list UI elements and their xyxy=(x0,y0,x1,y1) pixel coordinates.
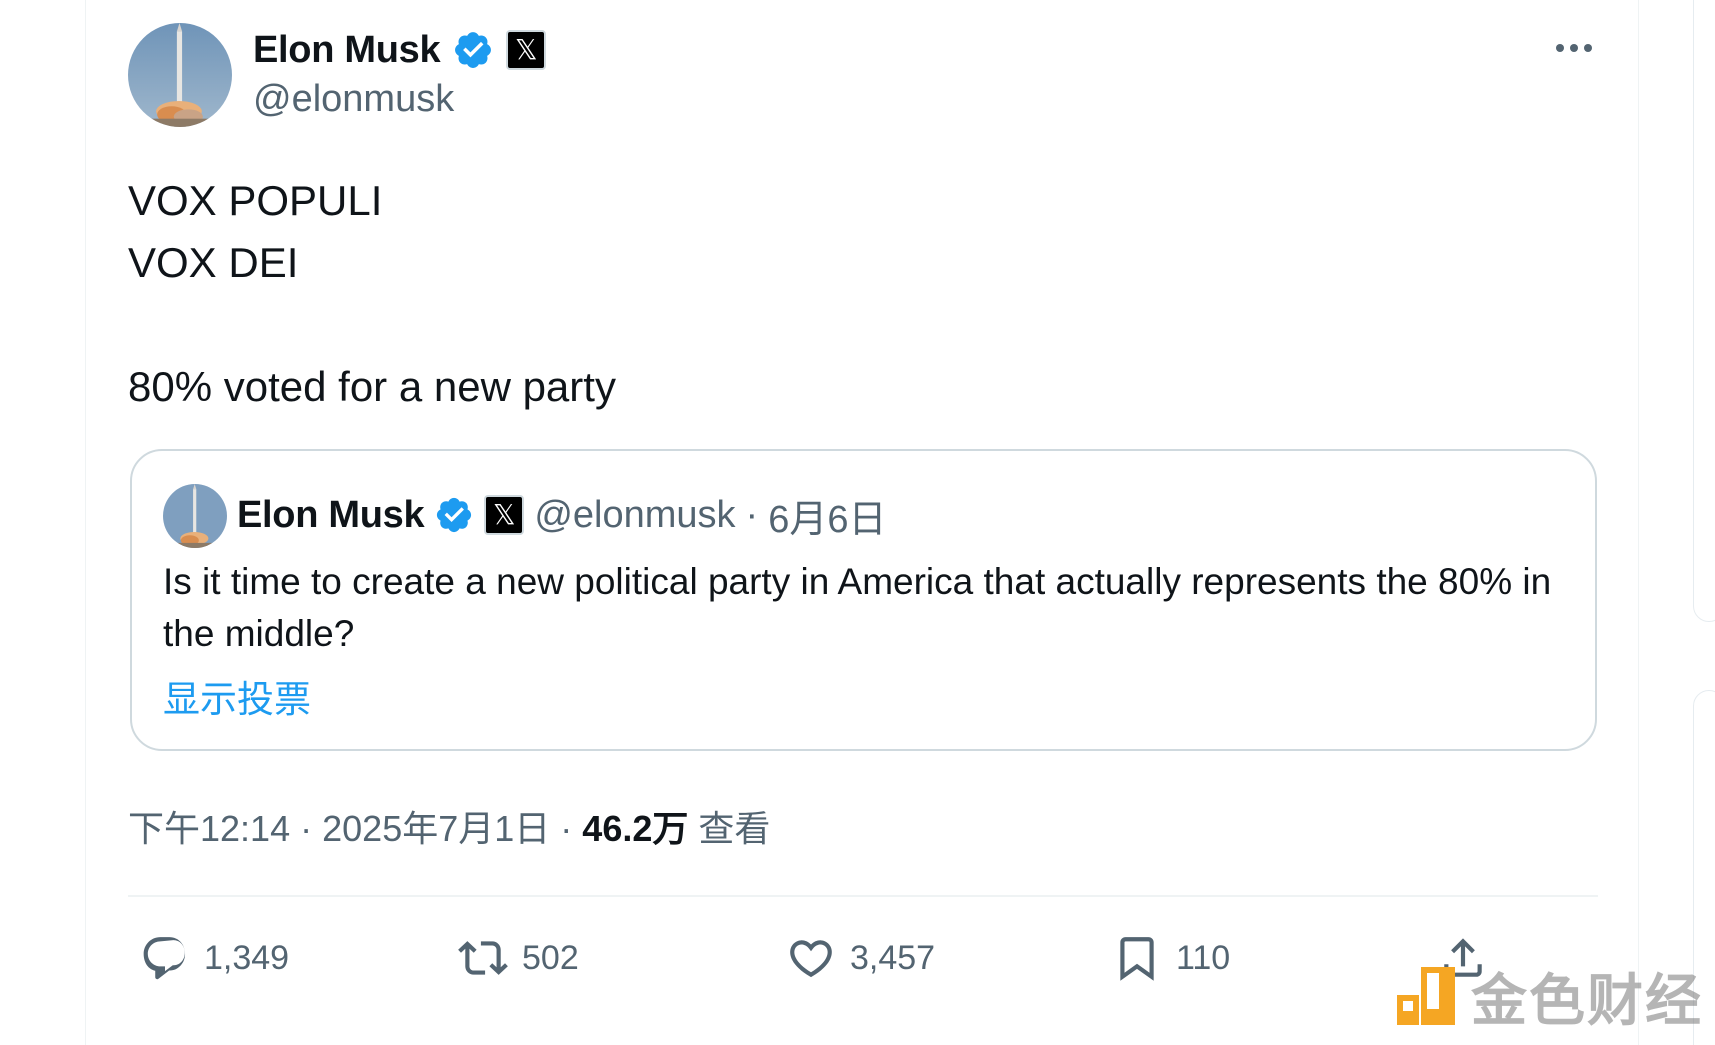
more-options-button[interactable] xyxy=(1548,30,1600,66)
side-panel-edge xyxy=(1693,0,1715,622)
watermark: 金色财经 xyxy=(1395,965,1703,1034)
reply-count: 1,349 xyxy=(204,938,290,977)
repost-count: 502 xyxy=(522,938,579,977)
tweet-text: VOX POPULI VOX DEI 80% voted for a new p… xyxy=(128,170,616,418)
author-name-row: Elon Musk 𝕏 xyxy=(253,25,547,75)
views-label: 查看 xyxy=(698,808,771,849)
more-horizontal-icon xyxy=(1556,44,1564,52)
separator-dot: · xyxy=(560,808,573,849)
tweet-text-line: 80% voted for a new party xyxy=(128,363,616,410)
post-date[interactable]: 2025年7月1日 xyxy=(322,808,550,849)
author-handle[interactable]: @elonmusk xyxy=(253,78,454,121)
quoted-author-handle: @elonmusk xyxy=(534,493,736,536)
avatar[interactable] xyxy=(128,23,232,127)
x-logo-icon[interactable]: 𝕏 xyxy=(506,30,547,70)
tweet-text-line: VOX POPULI xyxy=(128,177,383,224)
views-count[interactable]: 46.2万 xyxy=(582,808,688,849)
separator-dot: · xyxy=(300,808,313,849)
tweet-text-line: VOX DEI xyxy=(128,239,299,286)
rocket-launch-avatar-image xyxy=(163,484,227,548)
reply-icon xyxy=(143,937,186,980)
rocket-launch-avatar-image xyxy=(128,23,232,127)
verified-badge-icon xyxy=(437,497,472,533)
column-border-left xyxy=(85,0,86,1045)
reply-button[interactable]: 1,349 xyxy=(140,930,289,986)
quoted-tweet-text: Is it time to create a new political par… xyxy=(163,561,1552,654)
bookmark-button[interactable]: 110 xyxy=(1112,930,1230,986)
tweet-meta: 下午12:14 · 2025年7月1日 · 46.2万 查看 xyxy=(128,800,770,852)
like-button[interactable]: 3,457 xyxy=(786,930,935,986)
quoted-avatar[interactable] xyxy=(163,484,227,548)
bookmark-count: 110 xyxy=(1176,938,1231,977)
bookmark-icon xyxy=(1120,937,1154,981)
heart-icon xyxy=(790,940,832,978)
verified-badge-icon[interactable] xyxy=(452,29,494,71)
watermark-text: 金色财经 xyxy=(1471,968,1703,1034)
x-logo-icon: 𝕏 xyxy=(484,495,525,535)
quoted-date[interactable]: 6月6日 xyxy=(768,488,886,543)
post-time[interactable]: 下午12:14 xyxy=(128,808,290,849)
repost-icon xyxy=(458,941,508,975)
show-poll-link[interactable]: 显示投票 xyxy=(163,669,311,723)
tweet-detail-page: Elon Musk 𝕏 @elonmusk VOX POPULI VOX DEI… xyxy=(0,0,1715,1045)
repost-button[interactable]: 502 xyxy=(458,930,579,986)
column-border-right xyxy=(1638,0,1639,1045)
like-count: 3,457 xyxy=(850,938,936,977)
tweet-text-line xyxy=(128,294,616,356)
author-name[interactable]: Elon Musk xyxy=(253,29,441,72)
jinse-logo-icon xyxy=(1397,967,1455,1025)
quoted-author-row: Elon Musk 𝕏 @elonmusk · 6月6日 xyxy=(237,489,886,541)
quoted-author-name[interactable]: Elon Musk xyxy=(237,494,425,537)
divider xyxy=(128,895,1598,897)
quoted-tweet-card[interactable]: Elon Musk 𝕏 @elonmusk · 6月6日 Is it time … xyxy=(130,449,1597,751)
separator-dot: · xyxy=(745,493,759,536)
